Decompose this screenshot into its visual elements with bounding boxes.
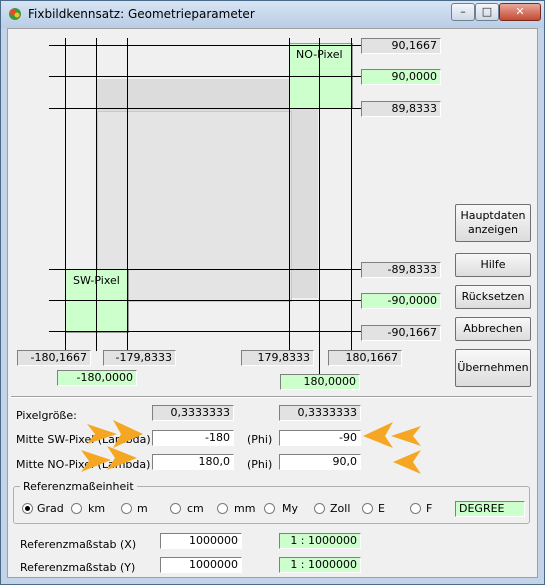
hilfe-button[interactable]: Hilfe [455,253,531,277]
massstab-x-input[interactable]: 1000000 [160,533,242,549]
massstab-y-input[interactable]: 1000000 [160,557,242,573]
grid-line [127,38,128,351]
arrow-right-icon [81,420,143,472]
referenz-group-title: Referenzmaßeinheit [20,480,137,493]
radio-e[interactable] [362,503,373,514]
sw-phi-label: (Phi) [247,433,273,446]
sw-phi-input[interactable]: -90 [279,430,361,446]
close-button[interactable]: ✕ [499,3,541,21]
uebernehmen-button[interactable]: Übernehmen [455,349,531,387]
app-icon [9,8,21,20]
radio-f[interactable] [410,503,421,514]
close-icon: ✕ [515,5,525,18]
radio-zoll[interactable] [314,503,325,514]
ne-lower-value: 89,8333 [361,101,441,117]
abbrechen-button[interactable]: Abbrechen [455,317,531,341]
grid-line [65,38,66,351]
radio-f-label: F [426,502,433,515]
minimize-icon: – [460,5,466,18]
pixelgroesse-phi-field: 0,3333333 [279,405,361,421]
title-bar[interactable]: Fixbildkennsatz: Geometrieparameter – □ … [1,1,544,28]
ne-left-value: 179,8333 [241,350,314,366]
ne-right-value: 180,1667 [328,350,402,366]
arrow-left-icon [363,422,421,474]
massstab-y-ratio: 1 : 1000000 [279,557,361,573]
separator [11,396,532,398]
radio-km-label: km [88,502,106,515]
pixelgroesse-label: Pixelgröße: [16,409,77,422]
window-title: Fixbildkennsatz: Geometrieparameter [28,7,255,21]
sw-lower-value: -90,1667 [361,325,441,341]
dialog-client: NO-Pixel SW-Pixel 90,1667 90,0000 89,833 [7,28,538,578]
ruecksetzen-button[interactable]: Rücksetzen [455,285,531,309]
radio-grad-label: Grad [37,502,64,515]
sw-center-value: -90,0000 [361,293,441,309]
maximize-button[interactable]: □ [475,3,499,21]
radio-cm[interactable] [170,503,181,514]
radio-grad[interactable] [22,503,33,514]
hauptdaten-line1: Hauptdaten [460,209,526,222]
grid-line [351,38,352,351]
radio-m[interactable] [121,503,132,514]
hauptdaten-line2: anzeigen [467,223,519,236]
radio-e-label: E [378,502,385,515]
grid-line [319,300,363,301]
sw-upper-value: -89,8333 [361,262,441,278]
massstab-x-ratio: 1 : 1000000 [279,533,361,549]
geometry-diagram: NO-Pixel SW-Pixel 90,1667 90,0000 89,833 [7,28,447,390]
sw-left-value: -180,1667 [17,350,91,366]
radio-mm[interactable] [217,503,228,514]
maximize-icon: □ [481,5,493,18]
no-phi-label: (Phi) [247,458,273,471]
grid-line [319,38,320,376]
minimize-button[interactable]: – [451,3,475,21]
sw-right-value: -179,8333 [103,350,176,366]
radio-zoll-label: Zoll [330,502,351,515]
grid-line [96,38,97,351]
massstab-y-label: Referenzmaßstab (Y) [20,561,136,574]
grid-line [289,38,290,351]
no-phi-input[interactable]: 90,0 [279,454,361,470]
radio-cm-label: cm [187,502,204,515]
ne-center-x-value: 180,0000 [280,374,360,390]
ne-upper-value: 90,1667 [361,38,441,54]
radio-mm-label: mm [234,502,256,515]
radio-my[interactable] [264,503,275,514]
unit-display: DEGREE [455,501,525,517]
radio-m-label: m [137,502,148,515]
massstab-x-label: Referenzmaßstab (X) [20,538,137,551]
dialog-window: Fixbildkennsatz: Geometrieparameter – □ … [0,0,545,585]
sw-center-x-value: -180,0000 [57,370,137,386]
ne-center-value: 90,0000 [361,69,441,85]
radio-my-label: My [282,502,299,515]
hauptdaten-anzeigen-button[interactable]: Hauptdaten anzeigen [455,204,531,242]
radio-km[interactable] [71,503,82,514]
sw-pixel-box: SW-Pixel [65,269,129,333]
